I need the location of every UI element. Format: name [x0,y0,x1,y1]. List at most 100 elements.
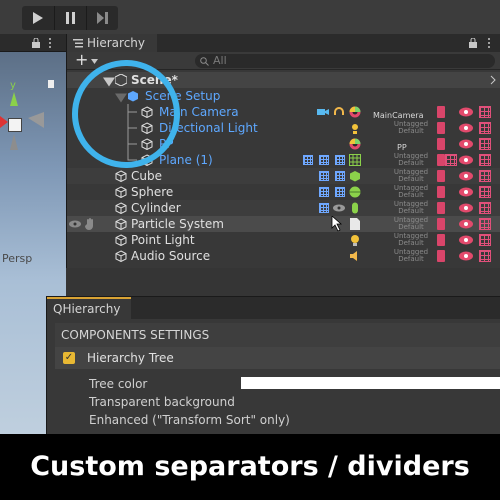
eye-icon[interactable] [459,203,473,213]
visibility-eye-icon [333,204,345,212]
hierarchy-row-particle-system[interactable]: Particle System Untagged Default [67,216,500,232]
hierarchy-tree-toggle-row[interactable]: ✓ Hierarchy Tree [55,347,500,369]
row-tag: Untagged Default [393,216,429,231]
grid-icon[interactable] [479,170,491,182]
cube-outline-icon [115,234,127,246]
box-collider-icon [350,171,360,182]
eye-icon[interactable] [459,219,473,229]
row-tag: Untagged Default [393,184,429,199]
search-icon [200,57,209,66]
lock-icon[interactable] [437,106,445,118]
lock-icon[interactable] [437,186,445,198]
pause-icon [65,12,75,24]
grid-icon[interactable] [479,234,491,246]
post-process-icon [349,138,361,150]
grid-icon[interactable] [479,250,491,262]
hierarchy-tree-label: Hierarchy Tree [87,351,174,365]
add-button[interactable]: + [75,50,88,69]
grid-icon[interactable] [445,154,457,166]
row-tag: Untagged Default [393,168,429,183]
grid-icon[interactable] [479,218,491,230]
kebab-menu-icon[interactable] [487,74,499,86]
tree-color-label: Tree color [89,377,148,391]
hierarchy-row-audio-source[interactable]: Audio Source Untagged Default [67,248,500,264]
lock-icon[interactable] [437,250,445,262]
row-name: Cube [131,169,162,183]
row-name: Audio Source [131,249,211,263]
hierarchy-row-cube[interactable]: Cube Untagged Default [67,168,500,184]
row-name: Plane (1) [159,153,213,167]
kebab-menu-icon[interactable] [48,38,52,48]
chevron-down-icon[interactable] [91,59,98,64]
grid-icon[interactable] [479,186,491,198]
kebab-menu-icon[interactable] [487,38,491,48]
play-button[interactable] [22,6,54,30]
mesh-renderer-icon [335,171,345,181]
lock-icon[interactable] [437,202,445,214]
lock-icon[interactable] [32,38,40,48]
mesh-renderer-icon [335,187,345,197]
scene-visibility-icon[interactable] [69,220,81,228]
eye-icon[interactable] [459,123,473,133]
grid-icon[interactable] [479,122,491,134]
cube-outline-icon [115,202,127,214]
row-name: Particle System [131,217,224,231]
eye-icon[interactable] [459,187,473,197]
row-tag: Untagged Default [393,248,429,263]
highlight-circle [72,60,180,168]
grid-icon[interactable] [479,154,491,166]
section-header[interactable]: COMPONENTS SETTINGS [55,323,500,347]
search-input[interactable]: All [195,54,495,68]
cube-outline-icon [115,218,127,230]
mesh-filter-icon [319,203,329,213]
row-name: Point Light [131,233,195,247]
cube-outline-icon [115,186,127,198]
gizmo-center-cube[interactable] [8,118,22,132]
speaker-icon [350,251,357,261]
eye-icon[interactable] [459,155,473,165]
play-toolbar [0,0,500,34]
hierarchy-tabbar: Hierarchy [67,34,500,52]
play-controls [22,6,118,30]
lock-icon[interactable] [469,38,477,48]
tab-qhierarchy[interactable]: QHierarchy [47,297,131,319]
hierarchy-tree-checkbox[interactable]: ✓ [63,352,75,364]
transparent-background-label: Transparent background [89,395,235,409]
hierarchy-row-sphere[interactable]: Sphere Untagged Default [67,184,500,200]
pause-button[interactable] [54,6,86,30]
grid-icon[interactable] [479,202,491,214]
row-name: Sphere [131,185,174,199]
lock-icon[interactable] [437,154,445,166]
scene-tabbar [0,34,66,52]
eye-icon[interactable] [459,171,473,181]
audio-listener-icon [334,107,344,115]
eye-icon[interactable] [459,235,473,245]
grid-icon[interactable] [479,138,491,150]
row-name: Cylinder [131,201,181,215]
row-tag: Untagged Default [393,200,429,215]
lock-icon[interactable] [437,170,445,182]
step-icon [96,12,108,24]
eye-icon[interactable] [459,139,473,149]
lock-icon[interactable] [437,138,445,150]
lock-icon[interactable] [437,218,445,230]
row-tag: Untagged Default [393,120,429,135]
mesh-renderer-icon [319,155,329,165]
lock-icon[interactable] [437,122,445,134]
mesh-filter-icon [319,187,329,197]
row-tag: Untagged Default [393,232,429,247]
step-button[interactable] [86,6,118,30]
grid-icon[interactable] [479,106,491,118]
eye-icon[interactable] [459,107,473,117]
scene-pickability-icon[interactable] [85,218,95,230]
persp-label[interactable]: Persp [2,252,32,265]
eye-icon[interactable] [459,251,473,261]
hierarchy-row-cylinder[interactable]: Cylinder Untagged Default [67,200,500,216]
camera-icon [317,109,329,115]
tree-color-field[interactable] [241,377,500,389]
hierarchy-row-point-light[interactable]: Point Light Untagged Default [67,232,500,248]
row-tag: Untagged Default [393,152,429,167]
lock-icon[interactable] [437,234,445,246]
cursor-icon [331,216,343,232]
script-file-icon [350,218,360,230]
